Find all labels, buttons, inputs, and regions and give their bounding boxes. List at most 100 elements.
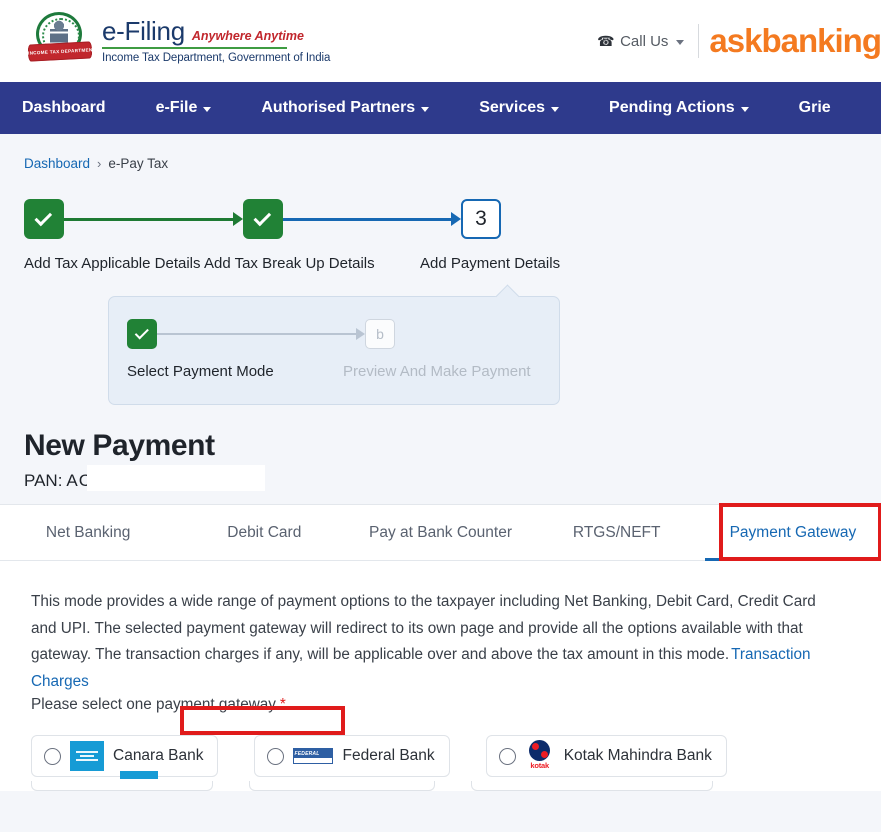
breadcrumb-dashboard-link[interactable]: Dashboard [24,156,90,171]
tab-rtgs-neft[interactable]: RTGS/NEFT [529,505,705,560]
income-tax-department-emblem-icon: INCOME TAX DEPARTMENT [27,11,96,71]
brand-text: e-Filing Anywhere Anytime Income Tax Dep… [102,18,330,64]
step-1-marker-completed [24,199,64,239]
check-icon [34,208,53,226]
step-3-marker-current: 3 [461,199,501,239]
tab-label: Pay at Bank Counter [368,523,513,541]
substep-a-label: Select Payment Mode [127,363,274,381]
bank-option-federal-bank[interactable]: FEDERAL BANK Federal Bank [254,735,450,778]
step-1-label: Add Tax Applicable Details [24,255,201,272]
payment-gateway-description-block: This mode provides a wide range of payme… [0,561,881,714]
radio-canara-bank[interactable] [44,747,61,765]
step-2-marker-completed [242,199,283,239]
payment-mode-tabs: Net Banking Debit Card Pay at Bank Count… [0,503,881,562]
nav-label: Grie [798,99,831,116]
nav-item-grievances[interactable]: Grie [799,99,831,117]
emblem-ribbon-text: INCOME TAX DEPARTMENT [27,47,96,56]
payment-mode-card: Net Banking Debit Card Pay at Bank Count… [0,503,881,792]
chevron-down-icon [676,39,685,45]
kotak-wordmark: kotak [530,761,549,771]
bank-label: Canara Bank [113,747,204,765]
bank-label: Federal Bank [342,747,435,765]
step-connector-2 [282,199,461,239]
tab-label: Net Banking [45,523,131,541]
askbanking-watermark: askbanking [709,22,881,59]
step-connector-1 [64,199,243,239]
nav-label: e-File [155,99,198,116]
brand-tagline: Anywhere Anytime [191,29,304,43]
tab-label: Debit Card [227,523,302,541]
brand-block[interactable]: INCOME TAX DEPARTMENT e-Filing Anywhere … [27,11,330,71]
site-header: INCOME TAX DEPARTMENT e-Filing Anywhere … [0,0,881,82]
tab-label: Payment Gateway [729,523,857,541]
check-icon [252,208,271,226]
radio-federal-bank[interactable] [267,747,285,765]
stepper-labels-row: Add Tax Applicable Details Add Tax Break… [24,252,881,275]
pan-redaction-overlay [87,465,265,492]
step-3-label: Add Payment Details [420,255,561,272]
substep-panel: b Select Payment Mode Preview And Make P… [108,296,560,406]
substep-markers-row: b [127,319,559,351]
page-title: New Payment [24,429,215,463]
description-text: This mode provides a wide range of payme… [31,593,816,664]
tab-net-banking[interactable]: Net Banking [0,505,176,560]
nav-label: Services [479,99,546,116]
kotak-mahindra-bank-logo: kotak [525,740,555,772]
federal-wordmark: FEDERAL BANK [294,751,320,765]
nav-label: Pending Actions [609,99,735,116]
bank-label: Kotak Mahindra Bank [563,747,712,765]
header-right: ☎ Call Us askbanking [597,0,881,82]
breadcrumb-separator-icon: › [97,156,102,171]
header-divider [698,24,700,58]
select-gateway-prompt: Please select one payment gateway * [31,696,821,714]
chevron-down-icon [421,107,430,112]
nav-label: Dashboard [22,99,106,116]
canara-bank-logo [70,741,104,772]
substep-labels-row: Select Payment Mode Preview And Make Pay… [127,360,559,384]
brand-title: e-Filing [102,16,185,46]
tab-pay-at-bank-counter[interactable]: Pay at Bank Counter [352,505,528,560]
tab-debit-card[interactable]: Debit Card [176,505,352,560]
payment-gateway-description: This mode provides a wide range of payme… [31,589,821,695]
nav-item-e-file[interactable]: e-File [156,99,212,117]
nav-item-services[interactable]: Services [479,99,560,117]
nav-item-authorised-partners[interactable]: Authorised Partners [261,99,430,117]
tab-label: RTGS/NEFT [572,523,661,541]
substep-b-marker-pending: b [365,319,395,350]
call-us-dropdown[interactable]: ☎ Call Us [597,33,685,50]
step-2-label: Add Tax Break Up Details [204,255,375,272]
brand-divider [102,47,287,49]
nav-item-dashboard[interactable]: Dashboard [22,99,106,117]
page-root: INCOME TAX DEPARTMENT e-Filing Anywhere … [0,0,881,792]
tab-payment-gateway[interactable]: Payment Gateway [704,505,881,562]
peek-logo-accent [120,771,158,780]
main-navigation: Dashboard e-File Authorised Partners Ser… [0,82,881,134]
substep-connector [157,319,365,349]
pan-label: PAN: [24,471,63,491]
chevron-down-icon [551,107,560,112]
stepper-markers-row: 3 [24,199,881,243]
peek-card[interactable] [31,781,213,792]
radio-kotak-mahindra-bank[interactable] [498,747,516,765]
pan-row: PAN: AC 490F - - - - - [24,465,881,493]
peek-card[interactable] [249,781,435,792]
breadcrumb: Dashboard › e-Pay Tax [0,134,881,171]
check-icon [134,325,149,340]
phone-icon: ☎ [596,32,615,49]
chevron-down-icon [203,107,212,112]
call-us-label: Call Us [620,32,669,50]
required-marker: * [279,696,286,714]
substep-b-label: Preview And Make Payment [343,363,531,381]
substep-a-marker-completed [127,319,157,350]
payment-gateway-options: Canara Bank FEDERAL BANK Federal Bank ko… [0,714,881,778]
select-gateway-label: Please select one payment gateway [31,696,276,714]
bank-option-kotak-mahindra-bank[interactable]: kotak Kotak Mahindra Bank [485,735,727,778]
federal-bank-logo: FEDERAL BANK [293,748,334,765]
peek-card[interactable] [471,781,713,792]
brand-subtitle: Income Tax Department, Government of Ind… [102,52,331,64]
progress-stepper: 3 Add Tax Applicable Details Add Tax Bre… [0,171,881,406]
next-bank-row-peek [0,777,881,792]
nav-item-pending-actions[interactable]: Pending Actions [609,99,749,117]
chevron-down-icon [740,107,749,112]
breadcrumb-current: e-Pay Tax [108,156,169,171]
